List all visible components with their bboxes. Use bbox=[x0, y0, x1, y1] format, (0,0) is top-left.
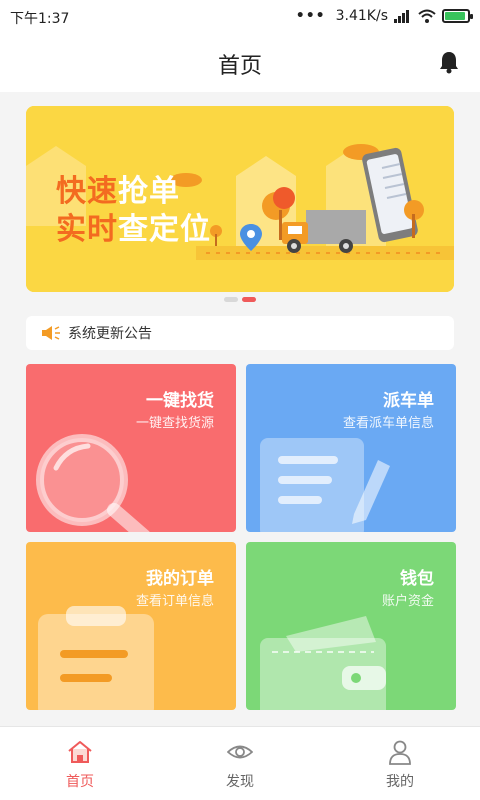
battery-charging-icon bbox=[442, 9, 473, 23]
system-notice[interactable]: 系统更新公告 bbox=[26, 316, 454, 350]
wifi-icon bbox=[418, 9, 436, 23]
card-subtitle: 一键查找货源 bbox=[135, 416, 214, 431]
nav-item-home[interactable]: 首页 bbox=[0, 727, 160, 800]
status-time: 下午1:37 bbox=[10, 11, 70, 27]
banner-text-2: 查定位 bbox=[118, 212, 211, 247]
card-title: 一键找货 bbox=[146, 391, 214, 411]
wallet-card[interactable]: 钱包 账户资金 bbox=[246, 542, 456, 710]
card-title: 派车单 bbox=[383, 391, 434, 411]
banner-pager bbox=[224, 297, 256, 302]
bottom-nav: 首页 发现 我的 bbox=[0, 726, 480, 800]
card-subtitle: 查看订单信息 bbox=[135, 594, 214, 609]
status-bar: 下午1:37 ••• 3.41K/s bbox=[0, 0, 480, 32]
user-icon bbox=[389, 740, 411, 765]
nav-item-mine[interactable]: 我的 bbox=[320, 727, 480, 800]
find-goods-card[interactable]: 一键找货 一键查找货源 bbox=[26, 364, 236, 532]
dispatch-order-card[interactable]: 派车单 查看派车单信息 bbox=[246, 364, 456, 532]
banner-headline-2: 实时查定位 bbox=[56, 204, 211, 248]
more-dots: ••• bbox=[295, 8, 326, 24]
page-title: 首页 bbox=[217, 54, 262, 79]
notice-text: 系统更新公告 bbox=[68, 326, 152, 342]
signal-icon bbox=[394, 9, 412, 23]
card-title: 钱包 bbox=[400, 569, 434, 589]
speaker-icon bbox=[42, 326, 60, 340]
card-subtitle: 查看派车单信息 bbox=[342, 416, 434, 431]
promo-banner[interactable]: 快速抢单 实时查定位 bbox=[26, 106, 454, 292]
my-orders-card[interactable]: 我的订单 查看订单信息 bbox=[26, 542, 236, 710]
app-header: 首页 bbox=[0, 32, 480, 92]
bell-icon[interactable] bbox=[438, 50, 460, 74]
status-indicators: ••• 3.41K/s bbox=[295, 6, 473, 26]
pager-dot-active[interactable] bbox=[242, 297, 256, 302]
nav-label: 我的 bbox=[386, 774, 414, 790]
card-title: 我的订单 bbox=[146, 569, 214, 589]
eye-icon bbox=[227, 745, 253, 759]
nav-label: 首页 bbox=[66, 774, 94, 790]
nav-item-discover[interactable]: 发现 bbox=[160, 727, 320, 800]
home-icon bbox=[68, 741, 92, 763]
card-subtitle: 账户资金 bbox=[381, 594, 434, 609]
network-speed: 3.41K/s bbox=[335, 8, 388, 24]
nav-label: 发现 bbox=[226, 774, 254, 790]
banner-highlight-2: 实时 bbox=[56, 212, 118, 247]
pager-dot[interactable] bbox=[224, 297, 238, 302]
